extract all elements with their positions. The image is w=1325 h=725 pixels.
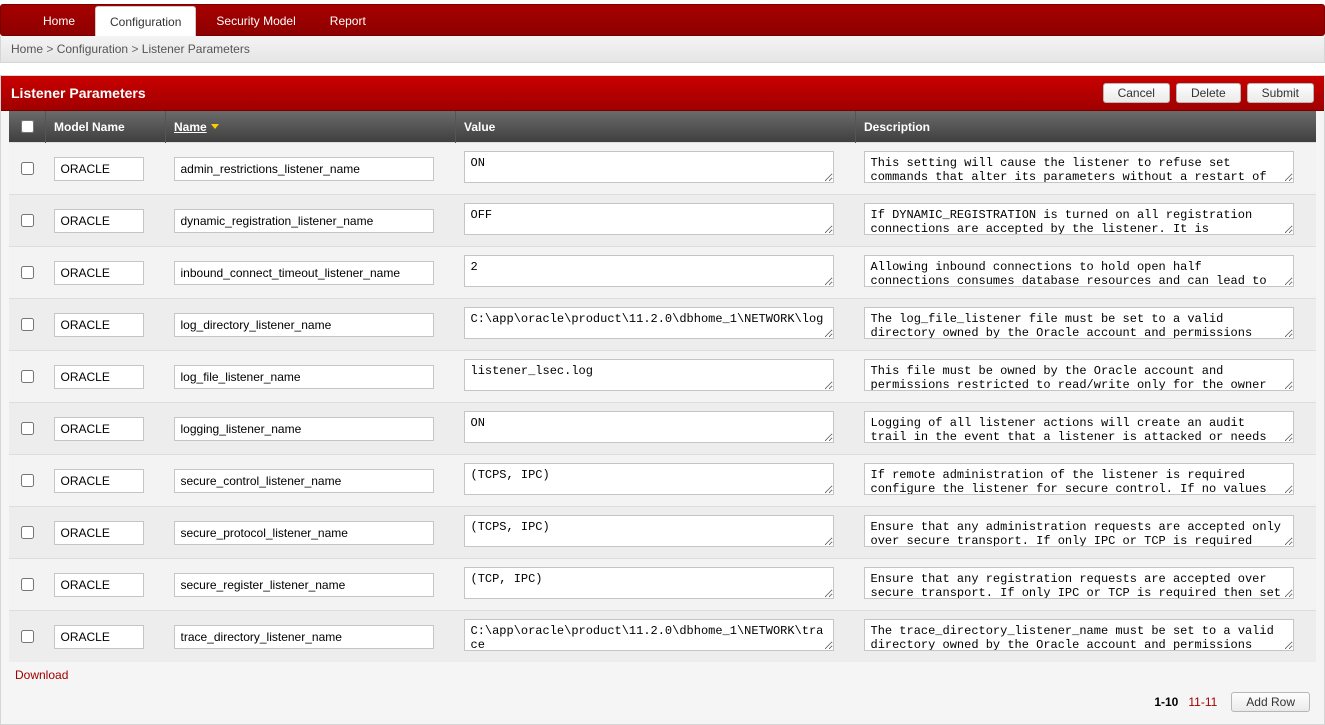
model-name-input[interactable] [54,157,144,181]
row-checkbox[interactable] [21,162,34,175]
row-checkbox[interactable] [21,630,34,643]
description-textarea[interactable] [864,411,1294,443]
listener-parameters-panel: Listener Parameters Cancel Delete Submit… [0,75,1325,725]
row-checkbox[interactable] [21,526,34,539]
value-textarea[interactable] [464,151,834,183]
value-textarea[interactable] [464,359,834,391]
tab-report[interactable]: Report [316,6,380,35]
sort-descending-icon [211,124,219,129]
table-row [9,611,1316,663]
row-checkbox[interactable] [21,266,34,279]
description-textarea[interactable] [864,463,1294,495]
pager: 1-10 11-11 [1154,695,1217,709]
select-all-checkbox[interactable] [21,120,34,133]
column-header-checkbox [9,111,46,143]
breadcrumb: Home > Configuration > Listener Paramete… [0,36,1325,63]
breadcrumb-sep: > [131,42,141,56]
table-row [9,403,1316,455]
description-textarea[interactable] [864,307,1294,339]
name-input[interactable] [174,521,434,545]
name-input[interactable] [174,469,434,493]
name-input[interactable] [174,209,434,233]
model-name-input[interactable] [54,521,144,545]
tab-configuration[interactable]: Configuration [95,6,196,36]
delete-button[interactable]: Delete [1176,83,1241,103]
column-header-value[interactable]: Value [456,111,856,143]
panel-header: Listener Parameters Cancel Delete Submit [1,76,1324,111]
value-textarea[interactable] [464,515,834,547]
value-textarea[interactable] [464,567,834,599]
description-textarea[interactable] [864,567,1294,599]
submit-button[interactable]: Submit [1247,83,1314,103]
breadcrumb-home[interactable]: Home [11,42,43,56]
row-checkbox[interactable] [21,422,34,435]
table-row [9,455,1316,507]
cancel-button[interactable]: Cancel [1103,83,1170,103]
model-name-input[interactable] [54,573,144,597]
parameters-table: Model Name Name Value Description [9,111,1316,662]
pager-next-range[interactable]: 11-11 [1188,695,1217,709]
name-input[interactable] [174,261,434,285]
model-name-input[interactable] [54,625,144,649]
description-textarea[interactable] [864,255,1294,287]
model-name-input[interactable] [54,417,144,441]
breadcrumb-current: Listener Parameters [142,42,250,56]
breadcrumb-sep: > [46,42,56,56]
value-textarea[interactable] [464,463,834,495]
model-name-input[interactable] [54,313,144,337]
model-name-input[interactable] [54,365,144,389]
value-textarea[interactable] [464,411,834,443]
row-checkbox[interactable] [21,214,34,227]
name-input[interactable] [174,417,434,441]
description-textarea[interactable] [864,151,1294,183]
description-textarea[interactable] [864,359,1294,391]
row-checkbox[interactable] [21,318,34,331]
top-tabbar: Home Configuration Security Model Report [0,4,1325,36]
name-input[interactable] [174,625,434,649]
description-textarea[interactable] [864,515,1294,547]
name-input[interactable] [174,313,434,337]
table-row [9,507,1316,559]
column-header-model[interactable]: Model Name [46,111,166,143]
description-textarea[interactable] [864,619,1294,651]
row-checkbox[interactable] [21,578,34,591]
name-input[interactable] [174,573,434,597]
panel-title: Listener Parameters [11,85,146,101]
table-row [9,299,1316,351]
model-name-input[interactable] [54,469,144,493]
name-input[interactable] [174,365,434,389]
value-textarea[interactable] [464,203,834,235]
table-row [9,351,1316,403]
tab-home[interactable]: Home [29,6,89,35]
row-checkbox[interactable] [21,370,34,383]
value-textarea[interactable] [464,307,834,339]
table-row [9,247,1316,299]
table-row [9,195,1316,247]
row-checkbox[interactable] [21,474,34,487]
pager-current: 1-10 [1154,695,1178,709]
model-name-input[interactable] [54,209,144,233]
value-textarea[interactable] [464,255,834,287]
column-header-name-label: Name [174,120,207,134]
column-header-description[interactable]: Description [856,111,1317,143]
name-input[interactable] [174,157,434,181]
table-row [9,143,1316,195]
table-row [9,559,1316,611]
add-row-button[interactable]: Add Row [1231,692,1310,712]
description-textarea[interactable] [864,203,1294,235]
breadcrumb-configuration[interactable]: Configuration [57,42,128,56]
tab-security-model[interactable]: Security Model [202,6,309,35]
column-header-name[interactable]: Name [166,111,456,143]
model-name-input[interactable] [54,261,144,285]
value-textarea[interactable] [464,619,834,651]
download-link[interactable]: Download [15,668,68,682]
